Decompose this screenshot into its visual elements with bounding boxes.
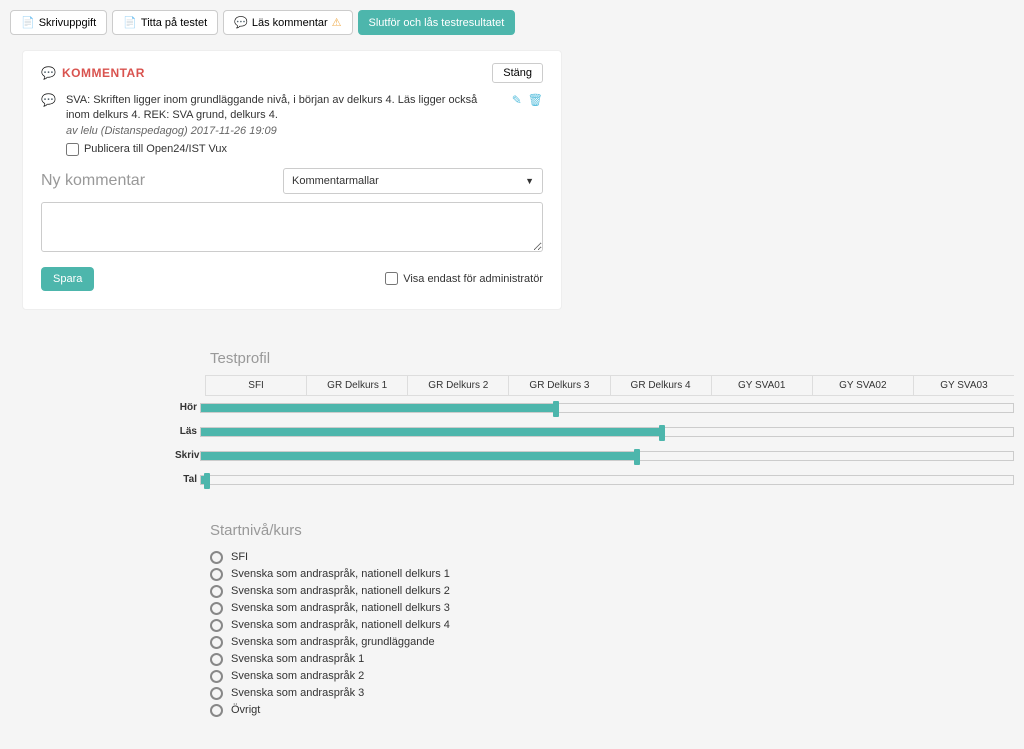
chart-col-label: GR Delkurs 3 (508, 376, 609, 395)
chart-row-skriv: Skriv (210, 444, 1014, 468)
testprofil-title: Testprofil (210, 350, 1014, 367)
chart-row-hor: Hör (210, 396, 1014, 420)
chart-col-label: GR Delkurs 2 (407, 376, 508, 395)
bar-track[interactable] (200, 427, 1014, 437)
radio-item[interactable]: Svenska som andraspråk 3 (210, 685, 1014, 702)
comment-meta: av lelu (Distanspedagog) 2017-11-26 19:0… (66, 124, 502, 139)
radio-label: Svenska som andraspråk 3 (231, 687, 364, 699)
document-icon: 📄 (21, 16, 35, 29)
bar-track[interactable] (200, 475, 1014, 485)
chat-icon: 💬 (41, 93, 56, 158)
bar-handle[interactable] (553, 401, 559, 417)
bar-handle[interactable] (659, 425, 665, 441)
radio-label: Svenska som andraspråk, nationell delkur… (231, 619, 450, 631)
chart-row-tal: Tal (210, 468, 1014, 492)
radio-label: SFI (231, 551, 248, 563)
comment-text: SVA: Skriften ligger inom grundläggande … (66, 93, 502, 124)
radio-label: Svenska som andraspråk, nationell delkur… (231, 602, 450, 614)
template-select-value: Kommentarmallar (292, 175, 379, 187)
radio-label: Svenska som andraspråk 2 (231, 670, 364, 682)
document-icon: 📄 (123, 16, 137, 29)
bar-handle[interactable] (204, 473, 210, 489)
comment-panel-title: KOMMENTAR (62, 66, 145, 80)
delete-icon[interactable]: 🗑 (528, 93, 543, 158)
radio-item[interactable]: Svenska som andraspråk, nationell delkur… (210, 617, 1014, 634)
titta-label: Titta på testet (141, 17, 207, 29)
radio-label: Svenska som andraspråk, grundläggande (231, 636, 435, 648)
admin-only-label: Visa endast för administratör (403, 273, 543, 285)
save-button[interactable]: Spara (41, 267, 94, 291)
radio-icon (210, 585, 223, 598)
chart-header: SFI GR Delkurs 1 GR Delkurs 2 GR Delkurs… (205, 375, 1014, 396)
radio-icon (210, 551, 223, 564)
radio-item[interactable]: Övrigt (210, 702, 1014, 719)
chart-col-label: GY SVA03 (913, 376, 1014, 395)
radio-label: Svenska som andraspråk, nationell delkur… (231, 585, 450, 597)
bar-track[interactable] (200, 403, 1014, 413)
radio-icon (210, 602, 223, 615)
chat-icon: 💬 (41, 66, 56, 80)
radio-icon (210, 636, 223, 649)
chart-col-label: GY SVA01 (711, 376, 812, 395)
las-kommentar-button[interactable]: 💬 Läs kommentar ⚠ (223, 10, 352, 35)
template-select[interactable]: Kommentarmallar (283, 168, 543, 194)
radio-item[interactable]: SFI (210, 549, 1014, 566)
close-button[interactable]: Stäng (492, 63, 543, 83)
skrivuppgift-button[interactable]: 📄 Skrivuppgift (10, 10, 107, 35)
comment-textarea[interactable] (41, 202, 543, 252)
titta-button[interactable]: 📄 Titta på testet (112, 10, 218, 35)
chat-icon: 💬 (234, 16, 248, 29)
radio-icon (210, 619, 223, 632)
radio-item[interactable]: Svenska som andraspråk, grundläggande (210, 634, 1014, 651)
radio-icon (210, 653, 223, 666)
radio-label: Svenska som andraspråk, nationell delkur… (231, 568, 450, 580)
warning-icon: ⚠ (332, 16, 342, 29)
comment-item: 💬 SVA: Skriften ligger inom grundläggand… (41, 93, 543, 158)
radio-item[interactable]: Svenska som andraspråk, nationell delkur… (210, 600, 1014, 617)
radio-list: SFI Svenska som andraspråk, nationell de… (210, 549, 1014, 719)
toolbar: 📄 Skrivuppgift 📄 Titta på testet 💬 Läs k… (10, 10, 1014, 35)
radio-label: Övrigt (231, 704, 260, 716)
chart-col-label: GR Delkurs 1 (306, 376, 407, 395)
testprofil-chart: SFI GR Delkurs 1 GR Delkurs 2 GR Delkurs… (210, 375, 1014, 492)
chart-col-label: SFI (205, 376, 306, 395)
startniva-section: Startnivå/kurs SFI Svenska som andrasprå… (10, 512, 1014, 739)
las-kommentar-label: Läs kommentar (252, 17, 328, 29)
slutfor-label: Slutför och lås testresultatet (369, 17, 505, 29)
radio-icon (210, 670, 223, 683)
admin-only-checkbox[interactable] (385, 272, 398, 285)
edit-icon[interactable]: ✎ (512, 93, 522, 158)
skrivuppgift-label: Skrivuppgift (39, 17, 96, 29)
radio-label: Svenska som andraspråk 1 (231, 653, 364, 665)
radio-item[interactable]: Svenska som andraspråk, nationell delkur… (210, 566, 1014, 583)
radio-icon (210, 687, 223, 700)
chart-row-las: Läs (210, 420, 1014, 444)
new-comment-label: Ny kommentar (41, 172, 145, 190)
radio-item[interactable]: Svenska som andraspråk, nationell delkur… (210, 583, 1014, 600)
chart-col-label: GR Delkurs 4 (610, 376, 711, 395)
publish-checkbox[interactable] (66, 143, 79, 156)
bar-track[interactable] (200, 451, 1014, 461)
startniva-title: Startnivå/kurs (210, 522, 1014, 539)
radio-item[interactable]: Svenska som andraspråk 1 (210, 651, 1014, 668)
testprofil-section: Testprofil SFI GR Delkurs 1 GR Delkurs 2… (10, 330, 1014, 512)
bar-handle[interactable] (634, 449, 640, 465)
slutfor-button[interactable]: Slutför och lås testresultatet (358, 10, 516, 35)
radio-icon (210, 704, 223, 717)
publish-label: Publicera till Open24/IST Vux (84, 142, 227, 157)
chart-col-label: GY SVA02 (812, 376, 913, 395)
radio-item[interactable]: Svenska som andraspråk 2 (210, 668, 1014, 685)
comment-panel: 💬 KOMMENTAR Stäng 💬 SVA: Skriften ligger… (22, 50, 562, 310)
